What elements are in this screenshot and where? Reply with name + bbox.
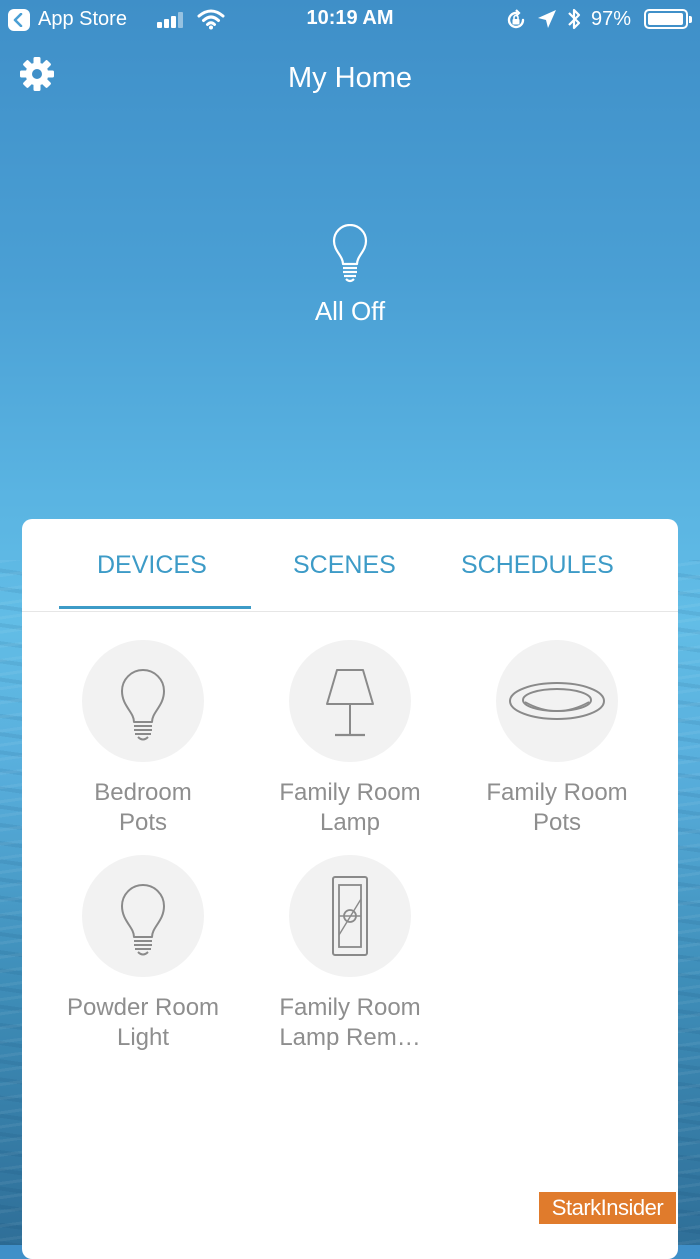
device-name: Family Room Pots [457, 778, 657, 838]
device-family-room-lamp-remote[interactable]: Family Room Lamp Rem… [250, 855, 450, 1053]
device-icon-circle [82, 640, 204, 762]
device-icon-circle [82, 855, 204, 977]
device-name-line1: Powder Room [66, 994, 220, 1021]
device-name-line2: Light [116, 1024, 170, 1051]
watermark-logo: StarkInsider [539, 1192, 676, 1224]
all-off-button[interactable]: All Off [300, 224, 400, 327]
device-name-line2: Pots [532, 809, 582, 836]
status-bar: App Store 10:19 AM 97% [0, 0, 700, 40]
device-name-line1: Family Room [486, 779, 628, 806]
table-lamp-icon [326, 669, 374, 737]
device-name: Family Room Lamp Rem… [250, 993, 450, 1053]
active-tab-indicator [59, 606, 251, 609]
tab-scenes[interactable]: SCENES [293, 551, 396, 580]
device-family-room-pots[interactable]: Family Room Pots [457, 640, 657, 838]
all-off-label: All Off [314, 296, 386, 326]
device-name-line1: Bedroom [94, 779, 192, 806]
tab-bar: DEVICES SCENES SCHEDULES [22, 519, 678, 612]
device-name-line1: Family Room [279, 994, 421, 1021]
device-icon-circle [289, 855, 411, 977]
tab-devices[interactable]: DEVICES [97, 551, 207, 580]
battery-percent: 97% [591, 8, 632, 30]
device-name: Powder Room Light [43, 993, 243, 1053]
device-name-line1: Family Room [279, 779, 421, 806]
battery-fill [648, 13, 683, 25]
battery-icon [644, 9, 692, 29]
device-icon-circle [496, 640, 618, 762]
device-name-line2: Lamp Rem… [279, 1024, 421, 1051]
remote-switch-icon [332, 876, 368, 956]
bulb-icon [121, 669, 165, 741]
lightbulb-icon [332, 224, 368, 283]
devices-card: DEVICES SCENES SCHEDULES Bedroom Pots Fa… [22, 519, 678, 1259]
device-name: Bedroom Pots [43, 778, 243, 838]
device-powder-room-light[interactable]: Powder Room Light [43, 855, 243, 1053]
page-title: My Home [287, 62, 413, 94]
device-name-line2: Pots [118, 809, 168, 836]
device-name-line2: Lamp [319, 809, 381, 836]
rotation-lock-icon [507, 9, 525, 29]
recessed-light-icon [509, 682, 605, 720]
tab-schedules[interactable]: SCHEDULES [461, 551, 614, 580]
device-family-room-lamp[interactable]: Family Room Lamp [250, 640, 450, 838]
device-bedroom-pots[interactable]: Bedroom Pots [43, 640, 243, 838]
device-name: Family Room Lamp [250, 778, 450, 838]
location-arrow-icon [538, 10, 556, 28]
bluetooth-icon [568, 8, 581, 30]
device-icon-circle [289, 640, 411, 762]
bulb-icon [121, 884, 165, 956]
